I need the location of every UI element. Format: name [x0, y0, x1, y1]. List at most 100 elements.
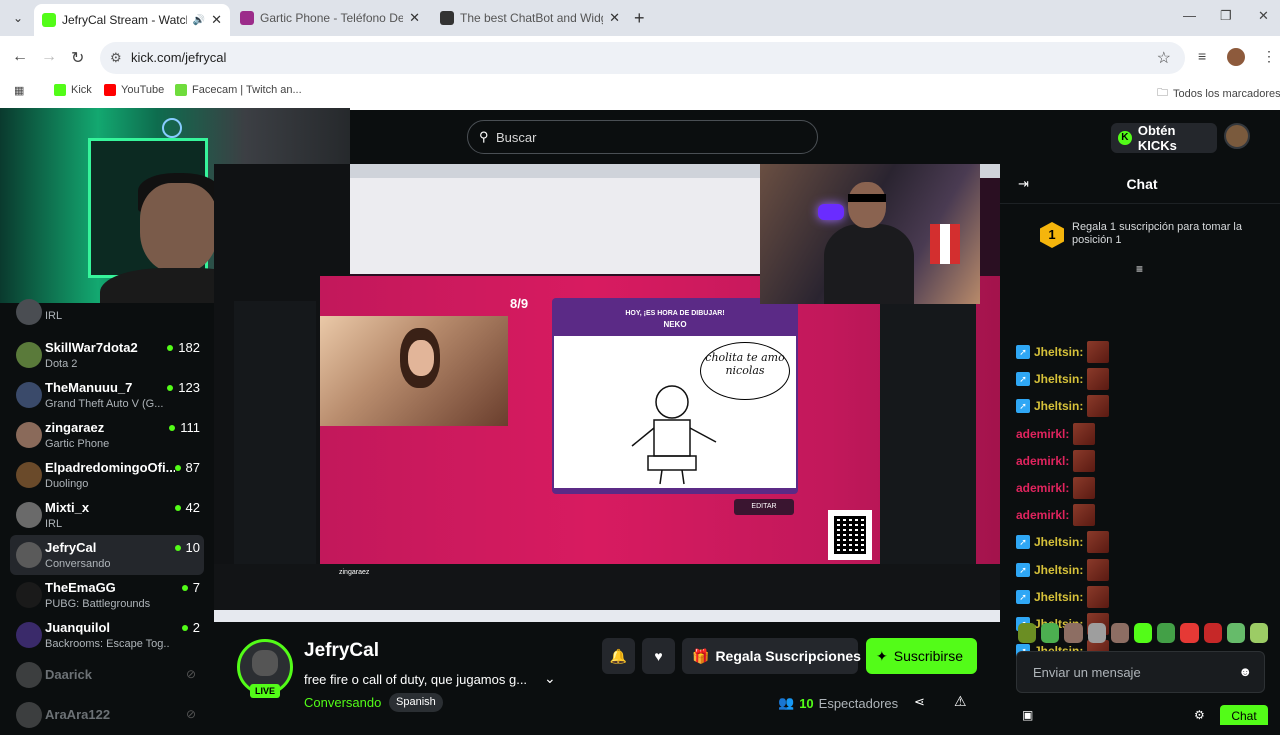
chat-message-input[interactable]: Enviar un mensaje ☻ — [1016, 651, 1265, 693]
quick-emote-icon[interactable] — [1110, 623, 1129, 643]
tab-chatbot-widgets[interactable]: The best ChatBot and Widgets ✕ — [432, 4, 628, 32]
quick-emote-icon[interactable] — [1203, 623, 1222, 643]
search-input[interactable]: ⚲ Buscar — [467, 120, 818, 154]
offline-icon: ⊘ — [185, 707, 196, 721]
sidebar-channel-araara122[interactable]: AraAra122 ⊘ — [10, 695, 204, 735]
close-tab-icon[interactable]: ✕ — [409, 10, 420, 26]
close-tab-icon[interactable]: ✕ — [211, 12, 222, 28]
quick-emote-icon[interactable] — [1087, 623, 1106, 643]
pinned-sub-goal[interactable]: 1 Regala 1 suscripción para tomar la pos… — [1040, 219, 1242, 251]
media-control-icon[interactable]: ≡ — [1198, 48, 1206, 64]
chat-username[interactable]: Jheltsin: — [1034, 345, 1083, 359]
viewers-label: Espectadores — [818, 695, 899, 711]
chat-emote-icon — [1087, 368, 1110, 391]
report-warning-icon[interactable]: ⚠ — [954, 693, 967, 710]
quick-emote-icon[interactable] — [1133, 623, 1153, 643]
close-tab-icon[interactable]: ✕ — [609, 10, 620, 26]
channel-category: PUBG: Battlegrounds — [45, 598, 151, 610]
emoji-picker-icon[interactable]: ☻ — [1238, 664, 1252, 679]
site-info-icon[interactable]: ⚙ — [110, 50, 122, 66]
new-tab-button[interactable]: + — [634, 8, 645, 29]
quick-emote-icon[interactable] — [1041, 623, 1060, 643]
all-bookmarks[interactable]: 🗀 Todos los marcadores — [1157, 84, 1280, 103]
expand-title-chevron-icon[interactable]: ⌄ — [544, 670, 556, 687]
chat-username[interactable]: ademirkl: — [1016, 508, 1069, 522]
channel-avatar — [16, 502, 42, 528]
video-qr-code — [828, 510, 872, 560]
notifications-bell-button[interactable]: 🔔 — [602, 638, 635, 674]
channel-viewers: 182 — [167, 340, 200, 355]
video-cam-flag — [930, 224, 960, 264]
sidebar-channel-elpadredomingo[interactable]: ElpadredomingoOfi... Duolingo 87 — [10, 455, 204, 495]
bookmark-youtube[interactable]: YouTube — [104, 84, 164, 96]
tab-search-icon[interactable]: ⌄ — [8, 8, 28, 28]
chat-filter-icon[interactable]: ≡ — [1136, 262, 1143, 276]
quick-emote-icon[interactable] — [1018, 623, 1037, 643]
video-player[interactable]: 8/9 HOY, ¡ES HORA DE DIBUJAR! NEKO choli… — [214, 164, 1000, 622]
quick-emote-icon[interactable] — [1180, 623, 1199, 643]
reload-icon[interactable]: ↻ — [71, 48, 84, 68]
back-icon[interactable]: ← — [12, 48, 28, 66]
url-text[interactable]: kick.com/jefrycal — [131, 50, 226, 65]
sidebar-channel-theemagg[interactable]: TheEmaGG PUBG: Battlegrounds 7 — [10, 575, 204, 615]
chat-header: ⇥ Chat — [1000, 164, 1280, 204]
chat-username[interactable]: Jheltsin: — [1034, 563, 1083, 577]
qr-pattern — [834, 516, 866, 554]
live-dot-icon — [181, 584, 188, 591]
sidebar-channel-item[interactable]: IRL — [10, 299, 204, 339]
forward-icon[interactable]: → — [41, 48, 57, 66]
speaker-icon[interactable]: 🔊 — [193, 15, 205, 26]
chat-username[interactable]: Jheltsin: — [1034, 399, 1083, 413]
streamer-name[interactable]: JefryCal — [304, 640, 379, 662]
channel-name: ElpadredomingoOfi... — [45, 460, 175, 475]
sidebar-channel-daarick[interactable]: Daarick ⊘ — [10, 655, 204, 695]
chat-username[interactable]: Jheltsin: — [1034, 535, 1083, 549]
follow-heart-button[interactable]: ♥ — [642, 638, 675, 674]
subscribe-button[interactable]: ✦ Suscribirse — [866, 638, 977, 674]
chat-username[interactable]: ademirkl: — [1016, 454, 1069, 468]
gift-subs-button[interactable]: 🎁 Regala Suscripciones — [682, 638, 861, 674]
browser-menu-icon[interactable]: ⋮ — [1262, 48, 1276, 65]
chat-username[interactable]: ademirkl: — [1016, 481, 1069, 495]
sidebar-channel-juanquilol[interactable]: Juanquilol Backrooms: Escape Tog... 2 — [10, 615, 204, 655]
channel-category: Gartic Phone — [45, 438, 110, 450]
tab-jefrycal[interactable]: JefryCal Stream - Watch Live 🔊 ✕ — [34, 4, 230, 36]
video-edit-label: EDITAR — [734, 499, 794, 515]
sidebar-channel-zingaraez[interactable]: zingaraez Gartic Phone 111 — [10, 415, 204, 455]
channel-avatar — [16, 702, 42, 728]
share-icon[interactable]: ⋖ — [914, 694, 925, 710]
stream-category[interactable]: Conversando — [304, 695, 381, 710]
rank-badge-icon: 1 — [1040, 222, 1064, 248]
profile-avatar[interactable] — [1227, 48, 1245, 66]
sidebar-channel-themanuuu_7[interactable]: TheManuuu_7 Grand Theft Auto V (G... 123 — [10, 375, 204, 415]
chat-send-button[interactable]: Chat — [1220, 705, 1268, 725]
live-dot-icon — [174, 464, 181, 471]
get-kicks-button[interactable]: K Obtén KICKs — [1111, 123, 1217, 153]
channel-avatar — [16, 422, 42, 448]
address-bar[interactable]: ⚙ kick.com/jefrycal ☆ — [100, 42, 1185, 74]
apps-grid-icon[interactable]: ▦ — [14, 84, 24, 97]
minimize-icon[interactable]: — — [1183, 8, 1196, 23]
chat-username[interactable]: Jheltsin: — [1034, 372, 1083, 386]
quick-emote-icon[interactable] — [1157, 623, 1176, 643]
sidebar-channel-skillwar7dota2[interactable]: SkillWar7dota2 Dota 2 182 — [10, 335, 204, 375]
sidebar-channel-jefrycal[interactable]: JefryCal Conversando 10 — [10, 535, 204, 575]
user-avatar[interactable] — [1224, 123, 1250, 149]
bookmark-kick[interactable]: Kick — [54, 84, 92, 96]
restore-icon[interactable]: ❐ — [1220, 8, 1232, 24]
quick-emote-icon[interactable] — [1226, 623, 1245, 643]
close-window-icon[interactable]: ✕ — [1258, 8, 1269, 24]
sparkle-icon: ✦ — [876, 647, 888, 664]
bookmark-star-icon[interactable]: ☆ — [1157, 48, 1171, 68]
video-game-prompt: NEKO — [663, 320, 687, 329]
live-dot-icon — [174, 544, 181, 551]
channel-avatar — [16, 382, 42, 408]
bookmark-facecam[interactable]: Facecam | Twitch an... — [175, 84, 302, 96]
sidebar-channel-mixti_x[interactable]: Mixti_x IRL 42 — [10, 495, 204, 535]
chat-username[interactable]: Jheltsin: — [1034, 590, 1083, 604]
stream-language-tag[interactable]: Spanish — [389, 693, 443, 712]
chat-username[interactable]: ademirkl: — [1016, 427, 1069, 441]
tab-gartic-phone[interactable]: Gartic Phone - Teléfono Descompuesto ✕ — [232, 4, 428, 32]
quick-emote-icon[interactable] — [1249, 623, 1269, 643]
quick-emote-icon[interactable] — [1064, 623, 1083, 643]
